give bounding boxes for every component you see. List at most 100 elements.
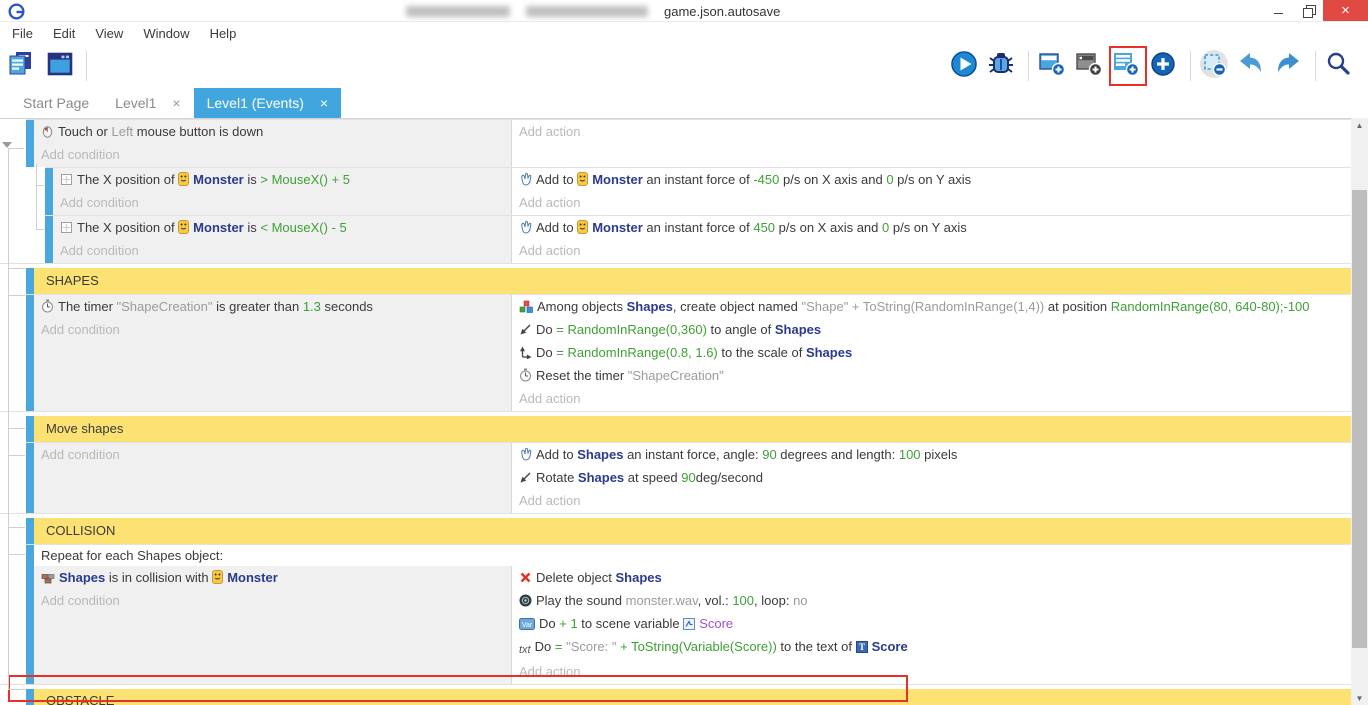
- menu-item-window[interactable]: Window: [133, 24, 199, 43]
- text-segment: 90: [762, 447, 776, 462]
- condition-line[interactable]: Touch or Left mouse button is down: [41, 121, 503, 144]
- toolbar-separator: [1190, 51, 1191, 81]
- minimize-icon: [1274, 13, 1283, 14]
- text-segment: mouse button is down: [133, 124, 263, 139]
- add-condition-link[interactable]: Add condition: [41, 444, 503, 465]
- add-new-icon: [1149, 50, 1177, 83]
- menu-item-help[interactable]: Help: [200, 24, 247, 43]
- text-segment: The X position of: [77, 172, 178, 187]
- menu-item-file[interactable]: File: [2, 24, 43, 43]
- tab-level1[interactable]: Level1×: [102, 88, 193, 118]
- text-segment: Monster: [592, 172, 643, 187]
- text-segment: an instant force, angle:: [623, 447, 762, 462]
- angle-icon: [519, 321, 532, 342]
- monster-icon: [577, 171, 588, 192]
- restore-button[interactable]: [1293, 0, 1323, 21]
- search-button[interactable]: [1324, 48, 1358, 84]
- text-segment: Shapes: [578, 470, 624, 485]
- action-line[interactable]: VarDo + 1 to scene variable Score: [519, 613, 1343, 636]
- scroll-down-icon[interactable]: ▼: [1351, 691, 1368, 705]
- section-header-collision[interactable]: COLLISION: [26, 518, 1351, 544]
- foreach-header[interactable]: Repeat for each Shapes object:: [34, 545, 1351, 566]
- actions-cell: Add to Monster an instant force of 450 p…: [512, 216, 1351, 263]
- scroll-up-icon[interactable]: ▲: [1351, 118, 1368, 132]
- debug-bug-button[interactable]: [986, 48, 1020, 84]
- action-line[interactable]: Add to Monster an instant force of -450 …: [519, 169, 1343, 192]
- text-segment: to angle of: [707, 322, 775, 337]
- redacted-title-text: [526, 6, 648, 17]
- action-line[interactable]: Play the sound monster.wav, vol.: 100, l…: [519, 590, 1343, 613]
- close-button[interactable]: ×: [1323, 0, 1368, 21]
- add-action-link[interactable]: Add action: [519, 240, 1343, 261]
- project-manager-icon: [6, 51, 36, 82]
- text-segment: The X position of: [77, 220, 178, 235]
- tab-bar: Start PageLevel1× Level1 (Events) ×: [0, 88, 1368, 118]
- condition-line[interactable]: The timer "ShapeCreation" is greater tha…: [41, 296, 503, 319]
- tab-close-icon[interactable]: ×: [320, 95, 328, 111]
- foreach-content: Repeat for each Shapes object:Shapes is …: [34, 545, 1351, 684]
- action-line[interactable]: Do = RandomInRange(0,360) to angle of Sh…: [519, 319, 1343, 342]
- redo-button[interactable]: [1273, 48, 1307, 84]
- undo-icon: [1236, 51, 1266, 82]
- action-line[interactable]: Do = RandomInRange(0.8, 1.6) to the scal…: [519, 342, 1343, 365]
- add-condition-link[interactable]: Add condition: [41, 144, 503, 165]
- conditions-cell: The timer "ShapeCreation" is greater tha…: [34, 295, 512, 411]
- text-segment: to the scale of: [718, 345, 806, 360]
- action-line[interactable]: txtDo = "Score: " + ToString(Variable(Sc…: [519, 636, 1343, 661]
- add-comment-button[interactable]: [1074, 48, 1108, 84]
- action-line[interactable]: Reset the timer "ShapeCreation": [519, 365, 1343, 388]
- timer-icon: [519, 367, 532, 388]
- section-header-shapes[interactable]: SHAPES: [26, 268, 1351, 294]
- deselect-button[interactable]: [1199, 48, 1233, 84]
- conditions-cell: The X position of Monster is > MouseX() …: [53, 168, 512, 215]
- text-segment: Add to: [536, 172, 577, 187]
- add-condition-link[interactable]: Add condition: [60, 192, 503, 213]
- text-segment: + 1: [559, 616, 577, 631]
- position-icon: [60, 171, 73, 192]
- undo-button[interactable]: [1236, 48, 1270, 84]
- add-subevent-button-highlighted[interactable]: [1111, 48, 1145, 84]
- section-header-move-shapes[interactable]: Move shapes: [26, 416, 1351, 442]
- add-event-button[interactable]: [1037, 48, 1071, 84]
- action-line[interactable]: Delete object Shapes: [519, 567, 1343, 590]
- tab-start-page[interactable]: Start Page: [10, 88, 102, 118]
- tab-level1-events-[interactable]: Level1 (Events) ×: [194, 88, 341, 118]
- project-manager-button[interactable]: [6, 48, 40, 84]
- section-header-obstacle[interactable]: OBSTACLE: [26, 689, 1351, 705]
- scene-window-button[interactable]: [46, 48, 80, 84]
- event-row: Add condition Add to Shapes an instant fo…: [26, 442, 1351, 513]
- add-action-link[interactable]: Add action: [519, 192, 1343, 213]
- add-condition-link[interactable]: Add condition: [60, 240, 503, 261]
- menu-item-edit[interactable]: Edit: [43, 24, 85, 43]
- add-action-link[interactable]: Add action: [519, 121, 1343, 142]
- add-new-button[interactable]: [1148, 48, 1182, 84]
- condition-line[interactable]: Shapes is in collision with Monster: [41, 567, 503, 590]
- add-action-link[interactable]: Add action: [519, 388, 1343, 409]
- add-condition-link[interactable]: Add condition: [41, 590, 503, 611]
- vertical-scrollbar[interactable]: ▲ ▼: [1351, 118, 1368, 705]
- scrollbar-thumb[interactable]: [1352, 190, 1367, 648]
- text-segment: is: [244, 172, 261, 187]
- add-condition-link[interactable]: Add condition: [41, 319, 503, 340]
- tab-close-icon[interactable]: ×: [172, 95, 180, 111]
- action-line[interactable]: Add to Shapes an instant force, angle: 9…: [519, 444, 1343, 467]
- text-segment: pixels: [921, 447, 958, 462]
- condition-line[interactable]: The X position of Monster is > MouseX() …: [60, 169, 503, 192]
- window-title: game.json.autosave: [406, 4, 780, 18]
- tab-label: Level1 (Events): [207, 95, 304, 111]
- action-line[interactable]: Rotate Shapes at speed 90deg/second: [519, 467, 1343, 490]
- preview-play-button[interactable]: [949, 48, 983, 84]
- text-segment: Shapes: [616, 570, 662, 585]
- force-icon: [519, 171, 532, 192]
- action-line[interactable]: Among objects Shapes, create object name…: [519, 296, 1343, 319]
- tree-line: [8, 295, 25, 296]
- actions-cell: Delete object ShapesPlay the sound monst…: [512, 566, 1351, 684]
- add-action-link[interactable]: Add action: [519, 490, 1343, 511]
- text-segment: Among objects: [537, 299, 627, 314]
- minimize-button[interactable]: [1263, 0, 1293, 21]
- condition-line[interactable]: The X position of Monster is < MouseX() …: [60, 217, 503, 240]
- action-line[interactable]: Add to Monster an instant force of 450 p…: [519, 217, 1343, 240]
- add-action-link[interactable]: Add action: [519, 661, 1343, 682]
- menu-item-view[interactable]: View: [85, 24, 133, 43]
- event-color-bar: [26, 295, 34, 411]
